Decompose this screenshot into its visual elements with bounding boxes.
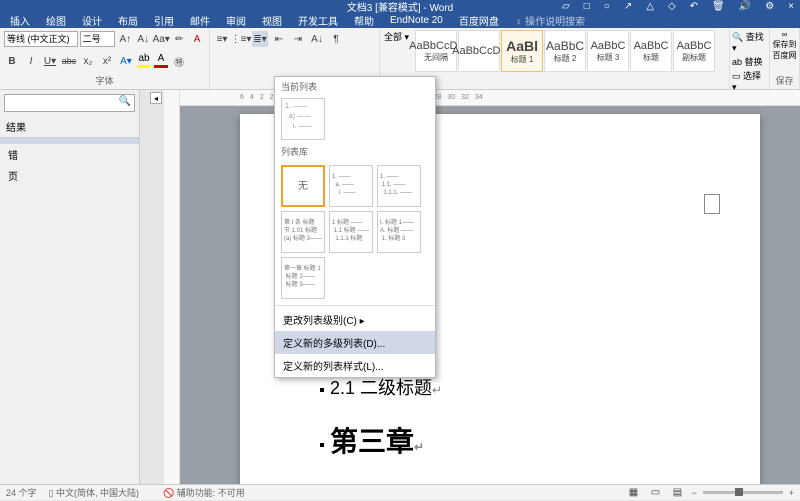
list-lib-6[interactable]: 第一章 标题 1 标题 2—— 标题 3—— xyxy=(281,257,325,299)
view-web-icon[interactable]: ▤ xyxy=(669,485,685,501)
nav-item-2[interactable]: 页 xyxy=(0,165,139,186)
tab-design[interactable]: 设计 xyxy=(76,11,108,30)
underline-button[interactable]: U▾ xyxy=(42,53,58,69)
bullets-button[interactable]: ≡▾ xyxy=(214,31,230,47)
tab-endnote[interactable]: EndNote 20 xyxy=(384,13,449,28)
tell-me[interactable]: ♀ 操作说明搜索 xyxy=(509,11,591,30)
style-normal[interactable]: AaBbCcDc xyxy=(458,30,500,72)
style-nospacing[interactable]: AaBbCcDc无间隔 xyxy=(415,30,457,72)
list-lib-2[interactable]: 1. —— 1.1. —— 1.1.1. —— xyxy=(377,165,421,207)
titlebar-undo-icon[interactable]: ◇ xyxy=(668,1,676,12)
font-group-label: 字体 xyxy=(4,74,205,87)
define-new-list-style[interactable]: 定义新的列表样式(L)... xyxy=(275,354,435,377)
tab-insert[interactable]: 插入 xyxy=(4,11,36,30)
tab-mail[interactable]: 邮件 xyxy=(184,11,216,30)
tab-layout[interactable]: 布局 xyxy=(112,11,144,30)
titlebar-triangle-icon[interactable]: △ xyxy=(646,1,654,12)
view-print-icon[interactable]: ▦ xyxy=(625,485,641,501)
show-marks-icon[interactable]: ¶ xyxy=(328,31,344,47)
tab-draw[interactable]: 绘图 xyxy=(40,11,72,30)
current-list-preview[interactable]: 1. —— a) —— i. —— xyxy=(281,98,325,140)
tab-view[interactable]: 视图 xyxy=(256,11,288,30)
status-bar: 24 个字 ▯ 中文(简体, 中国大陆) 🚫 辅助功能: 不可用 ▦ ▭ ▤ −… xyxy=(0,484,800,500)
highlight-button[interactable]: ab xyxy=(137,54,151,68)
sort-icon[interactable]: A↓ xyxy=(309,31,325,47)
titlebar-redo-icon[interactable]: ↶ xyxy=(690,1,698,12)
tab-developer[interactable]: 开发工具 xyxy=(292,11,344,30)
titlebar-sound-icon[interactable]: 🔊 xyxy=(739,1,751,12)
tab-review[interactable]: 审阅 xyxy=(220,11,252,30)
zoom-in-icon[interactable]: + xyxy=(789,488,794,498)
save-baidu-button[interactable]: ∞保存到百度网 xyxy=(772,30,797,61)
titlebar-arrow-icon[interactable]: ↗ xyxy=(624,1,632,12)
define-new-multilevel[interactable]: 定义新的多级列表(D)... xyxy=(275,331,435,354)
enclose-icon[interactable]: ㊕ xyxy=(171,53,187,69)
list-library-label: 列表库 xyxy=(275,142,435,161)
window-title: 文档3 [兼容模式] - Word xyxy=(347,0,454,14)
list-lib-4[interactable]: 1 标题 —— 1.1 标题 —— 1.1.1 标题 xyxy=(329,211,373,253)
current-list-label: 当前列表 xyxy=(275,77,435,96)
close-icon[interactable]: × xyxy=(788,1,794,12)
list-lib-3[interactable]: 第 I 条 标题 节 1.01 标题 (a) 标题 3—— xyxy=(281,211,325,253)
superscript-button[interactable]: x² xyxy=(99,53,115,69)
style-subtitle[interactable]: AaBbC副标题 xyxy=(673,30,715,72)
indent-left-icon[interactable]: ⇤ xyxy=(271,31,287,47)
font-size-select[interactable]: 二号 xyxy=(80,31,116,47)
change-list-level[interactable]: 更改列表级别(C) ▸ xyxy=(275,308,435,331)
multilevel-list-dropdown: 当前列表 1. —— a) —— i. —— 列表库 无 1. —— a. ——… xyxy=(274,76,436,378)
zoom-slider[interactable] xyxy=(703,491,783,494)
change-case-icon[interactable]: Aa▾ xyxy=(153,31,169,47)
zoom-out-icon[interactable]: − xyxy=(691,488,696,498)
nav-item-1[interactable]: 错 xyxy=(0,144,139,165)
italic-button[interactable]: I xyxy=(23,53,39,69)
collapse-nav-icon[interactable]: ◂ xyxy=(150,92,162,104)
styles-all[interactable]: 全部 ▾ xyxy=(384,30,409,43)
view-read-icon[interactable]: ▭ xyxy=(647,485,663,501)
tab-baidu[interactable]: 百度网盘 xyxy=(453,11,505,30)
doc-heading-1[interactable]: 第三章↵ xyxy=(320,420,680,460)
list-none[interactable]: 无 xyxy=(281,165,325,207)
accessibility-status[interactable]: 🚫 辅助功能: 不可用 xyxy=(163,486,245,499)
titlebar-circle-icon[interactable]: ○ xyxy=(604,1,610,12)
indent-right-icon[interactable]: ⇥ xyxy=(290,31,306,47)
horizontal-ruler: 642246810121416182022242628303234 xyxy=(180,90,800,106)
vertical-ruler xyxy=(164,90,180,484)
nav-search-input[interactable] xyxy=(4,94,135,112)
numbering-button[interactable]: ⋮≡▾ xyxy=(233,31,249,47)
shrink-font-icon[interactable]: A↓ xyxy=(135,31,151,47)
save-group-label: 保存 xyxy=(775,74,793,87)
navigation-pane: 🔍 结果 错 页 xyxy=(0,90,140,484)
titlebar-settings-icon[interactable]: ⚙ xyxy=(765,1,774,12)
style-heading2[interactable]: AaBbC标题 2 xyxy=(544,30,586,72)
style-gallery: AaBbCcDc无间隔 AaBbCcDc AaBl标题 1 AaBbC标题 2 … xyxy=(415,30,715,72)
search-icon[interactable]: 🔍 xyxy=(119,96,131,107)
word-count[interactable]: 24 个字 xyxy=(6,486,37,499)
titlebar-delete-icon[interactable]: 🗑 xyxy=(712,1,725,12)
style-heading1[interactable]: AaBl标题 1 xyxy=(501,30,543,72)
list-lib-5[interactable]: I. 标题 1—— A. 标题 —— 1. 标题 3 xyxy=(377,211,421,253)
strike-button[interactable]: abc xyxy=(61,53,77,69)
nav-tab-results[interactable]: 结果 xyxy=(0,116,32,137)
ribbon-tabs: 插入 绘图 设计 布局 引用 邮件 审阅 视图 开发工具 帮助 EndNote … xyxy=(0,12,800,28)
phonetic-icon[interactable]: A xyxy=(189,31,205,47)
clear-format-icon[interactable]: ✏ xyxy=(171,31,187,47)
tab-references[interactable]: 引用 xyxy=(148,11,180,30)
text-cursor xyxy=(704,194,720,214)
style-heading3[interactable]: AaBbC标题 3 xyxy=(587,30,629,72)
font-family-select[interactable]: 等线 (中文正文) xyxy=(4,31,78,47)
font-color-button[interactable]: A xyxy=(154,54,168,68)
style-title[interactable]: AaBbC标题 xyxy=(630,30,672,72)
bold-button[interactable]: B xyxy=(4,53,20,69)
subscript-button[interactable]: x₂ xyxy=(80,53,96,69)
multilevel-button[interactable]: ≣▾ xyxy=(252,31,268,47)
find-button[interactable]: 🔍 查找 ▾ xyxy=(732,30,767,54)
replace-button[interactable]: ab 替换 xyxy=(732,55,767,68)
text-effects-icon[interactable]: A▾ xyxy=(118,53,134,69)
grow-font-icon[interactable]: A↑ xyxy=(117,31,133,47)
list-lib-1[interactable]: 1. —— a. —— i. —— xyxy=(329,165,373,207)
language-status[interactable]: ▯ 中文(简体, 中国大陆) xyxy=(49,486,139,499)
